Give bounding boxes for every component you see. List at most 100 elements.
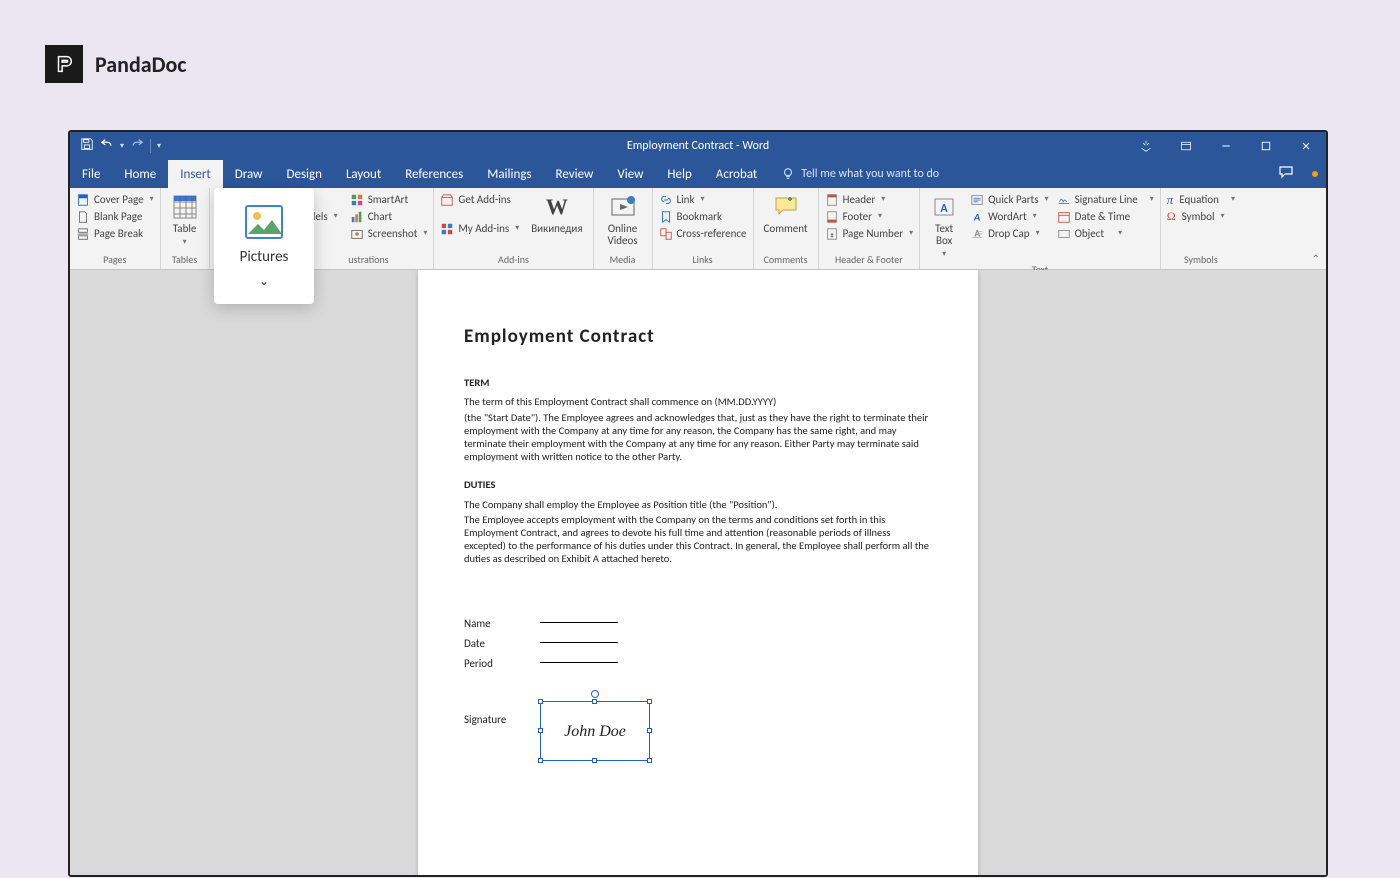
link-button[interactable]: Link▾ [659,191,747,208]
online-videos-button[interactable]: Online Videos [600,191,646,249]
lightbulb-icon [781,167,795,181]
ribbon-group-label: Header & Footer [825,251,914,269]
footer-button[interactable]: Footer▾ [825,208,914,225]
smartart-icon [350,193,364,207]
ribbon-group-label: Pages [76,251,154,269]
ribbon-options-icon[interactable] [1166,132,1206,160]
my-addins-button[interactable]: My Add-ins▾ [440,220,519,237]
document-page[interactable]: Employment Contract TERM The term of thi… [418,270,978,875]
tab-references[interactable]: References [393,160,475,188]
resize-handle[interactable] [647,758,652,763]
chart-button[interactable]: Chart [350,208,428,225]
blank-page-button[interactable]: Blank Page [76,208,154,225]
undo-icon[interactable] [100,137,114,155]
pictures-label: Pictures [240,248,289,266]
chevron-down-icon: ⌄ [259,274,269,289]
table-icon [172,194,198,220]
redo-icon[interactable] [130,137,144,155]
signature-image-box[interactable]: John Doe [540,701,650,761]
svg-text:A: A [941,202,949,216]
resize-handle[interactable] [647,728,652,733]
pictures-dropdown[interactable]: Pictures ⌄ [214,188,314,304]
signature-line-icon [1057,193,1071,207]
equation-button[interactable]: π Equation▾ [1167,191,1235,208]
field-row-period: Period [464,653,932,673]
document-canvas[interactable]: Employment Contract TERM The term of thi… [70,270,1326,875]
get-addins-button[interactable]: Get Add-ins [440,191,519,208]
cover-page-button[interactable]: Cover Page▾ [76,191,154,208]
tab-review[interactable]: Review [544,160,606,188]
quick-parts-button[interactable]: Quick Parts▾ [970,191,1048,208]
tab-help[interactable]: Help [655,160,703,188]
ribbon-group-label: Comments [760,251,812,269]
tab-home[interactable]: Home [112,160,168,188]
object-button[interactable]: Object▾ [1057,225,1154,242]
text-box-button[interactable]: A Text Box ▾ [926,191,962,261]
addins-icon [440,222,454,236]
page-break-button[interactable]: Page Break [76,225,154,242]
comments-pane-icon[interactable] [1278,164,1294,184]
ribbon-group-label: Media [600,251,646,269]
symbol-button[interactable]: Ω Symbol▾ [1167,208,1235,225]
ribbon-group-addins: Get Add-ins My Add-ins▾ W Википедия Add-… [434,188,593,269]
signature-text: John Doe [564,722,626,741]
qat-customize-icon[interactable]: ▾ [157,141,161,151]
comment-button[interactable]: Comment [760,191,812,237]
ribbon-group-pages: Cover Page▾ Blank Page Page Break Pages [70,188,161,269]
header-icon [825,193,839,207]
resize-handle[interactable] [647,699,652,704]
ribbon-group-label: ustrations [310,251,428,269]
bookmark-button[interactable]: Bookmark [659,208,747,225]
minimize-button[interactable] [1206,132,1246,160]
tab-view[interactable]: View [605,160,655,188]
doc-paragraph: The Employee accepts employment with the… [464,513,932,566]
field-row-name: Name [464,613,932,633]
maximize-button[interactable] [1246,132,1286,160]
header-button[interactable]: Header▾ [825,191,914,208]
date-time-button[interactable]: Date & Time [1057,208,1154,225]
bookmark-icon [659,210,673,224]
save-icon[interactable] [80,137,94,155]
smartart-button[interactable]: SmartArt [350,191,428,208]
ribbon-group-label: Symbols [1167,251,1235,269]
signature-line-button[interactable]: Signature Line▾ [1057,191,1154,208]
object-icon [1057,227,1071,241]
table-button[interactable]: Table ▾ [167,191,203,249]
date-time-icon [1057,210,1071,224]
notification-dot-icon[interactable] [1312,171,1318,177]
svg-text:#: # [830,231,833,239]
resize-handle[interactable] [538,728,543,733]
screenshot-button[interactable]: Screenshot▾ [350,225,428,242]
touch-mode-icon[interactable] [1126,132,1166,160]
tab-design[interactable]: Design [274,160,333,188]
text-box-icon: A [932,195,956,219]
undo-dropdown-icon[interactable]: ▾ [120,141,124,151]
wordart-icon: A [970,210,984,224]
comment-icon [772,193,800,221]
tell-me-search[interactable]: Tell me what you want to do [781,160,939,188]
drop-cap-button[interactable]: A Drop Cap▾ [970,225,1048,242]
tab-mailings[interactable]: Mailings [475,160,543,188]
tab-file[interactable]: File [70,160,112,188]
ribbon-group-header-footer: Header▾ Footer▾ # Page Number▾ Header & … [819,188,921,269]
close-button[interactable] [1286,132,1326,160]
wordart-button[interactable]: A WordArt▾ [970,208,1048,225]
collapse-ribbon-icon[interactable]: ⌃ [1312,252,1320,265]
page-number-button[interactable]: # Page Number▾ [825,225,914,242]
tab-insert[interactable]: Insert [168,160,223,188]
doc-paragraph: The term of this Employment Contract sha… [464,395,932,408]
resize-handle[interactable] [538,758,543,763]
equation-icon: π [1167,191,1174,208]
resize-handle[interactable] [592,758,597,763]
tab-draw[interactable]: Draw [223,160,275,188]
doc-paragraph: The Company shall employ the Employee as… [464,498,932,511]
tab-acrobat[interactable]: Acrobat [704,160,770,188]
pandadoc-logo-icon [45,45,83,83]
tab-layout[interactable]: Layout [334,160,393,188]
resize-handle[interactable] [592,699,597,704]
resize-handle[interactable] [538,699,543,704]
tell-me-label: Tell me what you want to do [801,167,939,181]
rotate-handle-icon[interactable] [591,690,599,698]
wikipedia-button[interactable]: W Википедия [527,191,586,237]
cross-reference-button[interactable]: Cross-reference [659,225,747,242]
